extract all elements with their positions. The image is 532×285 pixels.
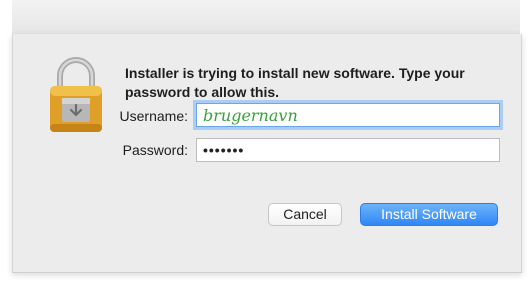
password-field[interactable]: ••••••• [196,138,500,162]
username-field[interactable] [196,103,500,127]
cancel-button[interactable]: Cancel [268,203,342,226]
username-label: Username: [119,108,188,124]
password-label: Password: [122,142,188,158]
window-titlebar [12,0,520,35]
screen: Installer is trying to install new softw… [0,0,532,285]
install-software-button[interactable]: Install Software [360,203,498,226]
dialog-message: Installer is trying to install new softw… [125,65,465,100]
